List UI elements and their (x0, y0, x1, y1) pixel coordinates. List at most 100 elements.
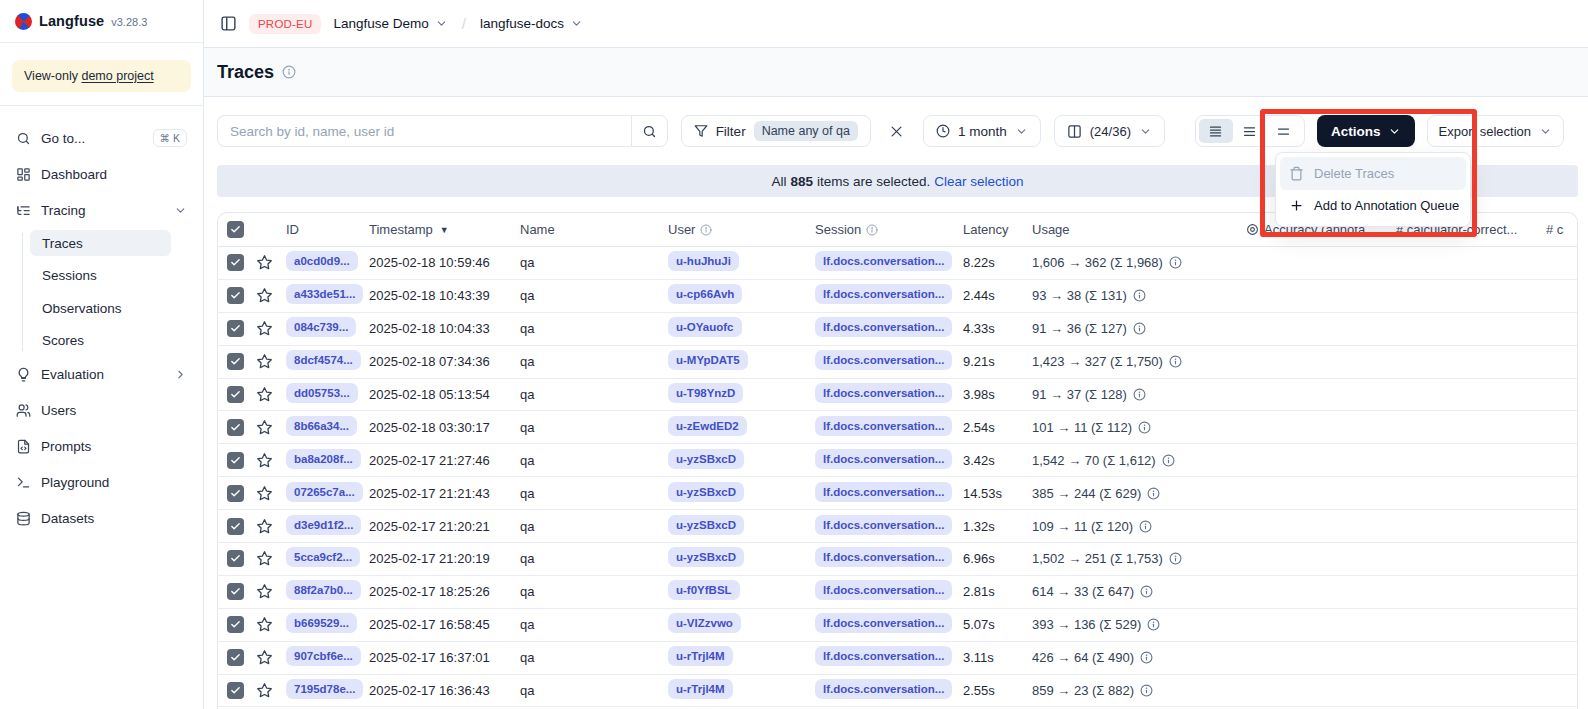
user-badge[interactable]: u-f0YfBSL (668, 580, 740, 600)
trace-id-badge[interactable]: d3e9d1f2... (286, 515, 361, 535)
sidebar-item-dashboard[interactable]: Dashboard (8, 160, 195, 188)
star-icon[interactable] (256, 550, 273, 567)
panel-left-icon[interactable] (220, 15, 237, 32)
star-icon[interactable] (256, 452, 273, 469)
session-badge[interactable]: lf.docs.conversation... (815, 580, 952, 600)
org-switcher[interactable]: Langfuse Demo (333, 16, 447, 31)
table-row[interactable]: 5cca9cf2... 2025-02-17 21:20:19 qa u-yzS… (218, 543, 1577, 576)
table-row[interactable]: 084c739... 2025-02-18 10:04:33 qa u-OYau… (218, 313, 1577, 346)
column-header-id[interactable]: ID (286, 222, 369, 237)
user-badge[interactable]: u-yzSBxcD (668, 449, 744, 469)
clear-selection-link[interactable]: Clear selection (934, 174, 1023, 189)
trace-id-badge[interactable]: b669529... (286, 613, 357, 633)
export-selection-button[interactable]: Export selection (1427, 115, 1565, 147)
user-badge[interactable]: u-zEwdED2 (668, 416, 747, 436)
table-row[interactable]: a0cd0d9... 2025-02-18 10:59:46 qa u-huJh… (218, 247, 1577, 280)
session-badge[interactable]: lf.docs.conversation... (815, 515, 952, 535)
row-checkbox[interactable] (227, 452, 244, 469)
user-badge[interactable]: u-rTrjl4M (668, 646, 733, 666)
session-badge[interactable]: lf.docs.conversation... (815, 679, 952, 699)
row-checkbox[interactable] (227, 649, 244, 666)
row-checkbox[interactable] (227, 386, 244, 403)
search-button[interactable] (631, 115, 668, 147)
user-badge[interactable]: u-OYauofc (668, 317, 742, 337)
trace-id-badge[interactable]: 907cbf6e... (286, 646, 361, 666)
table-row[interactable]: dd05753... 2025-02-18 05:13:54 qa u-T98Y… (218, 379, 1577, 412)
star-icon[interactable] (256, 287, 273, 304)
star-icon[interactable] (256, 583, 273, 600)
clear-filter-button[interactable] (884, 117, 910, 145)
search-input[interactable] (217, 115, 631, 147)
session-badge[interactable]: lf.docs.conversation... (815, 547, 952, 567)
filter-button[interactable]: Filter Name any of qa (681, 115, 871, 147)
row-checkbox[interactable] (227, 616, 244, 633)
session-badge[interactable]: lf.docs.conversation... (815, 251, 952, 271)
session-badge[interactable]: lf.docs.conversation... (815, 383, 952, 403)
column-header-usage[interactable]: Usage (1032, 222, 1246, 237)
table-row[interactable]: b669529... 2025-02-17 16:58:45 qa u-VIZz… (218, 609, 1577, 642)
user-badge[interactable]: u-huJhuJi (668, 251, 739, 271)
trace-id-badge[interactable]: 07265c7a... (286, 482, 363, 502)
star-icon[interactable] (256, 419, 273, 436)
star-icon[interactable] (256, 649, 273, 666)
menu-item-delete-traces[interactable]: Delete Traces (1280, 157, 1466, 190)
trace-id-badge[interactable]: 8b66a34... (286, 416, 357, 436)
session-badge[interactable]: lf.docs.conversation... (815, 449, 952, 469)
trace-id-badge[interactable]: 084c739... (286, 317, 356, 337)
star-icon[interactable] (256, 616, 273, 633)
trace-id-badge[interactable]: 5cca9cf2... (286, 547, 360, 567)
row-checkbox[interactable] (227, 550, 244, 567)
row-checkbox[interactable] (227, 485, 244, 502)
trace-id-badge[interactable]: a433de51... (286, 284, 363, 304)
column-header-name[interactable]: Name (520, 222, 668, 237)
user-badge[interactable]: u-rTrjl4M (668, 679, 733, 699)
sidebar-item-scores[interactable]: Scores (30, 328, 171, 354)
trace-id-badge[interactable]: 88f2a7b0... (286, 580, 361, 600)
row-height-small-button[interactable] (1199, 119, 1233, 143)
column-header-timestamp[interactable]: Timestamp▼ (369, 222, 520, 237)
session-badge[interactable]: lf.docs.conversation... (815, 317, 952, 337)
user-badge[interactable]: u-yzSBxcD (668, 547, 744, 567)
row-checkbox[interactable] (227, 583, 244, 600)
column-header-c[interactable]: # c (1546, 222, 1577, 237)
sidebar-item-datasets[interactable]: Datasets (8, 504, 195, 532)
user-badge[interactable]: u-yzSBxcD (668, 515, 744, 535)
sidebar-item-playground[interactable]: Playground (8, 468, 195, 496)
row-checkbox[interactable] (227, 287, 244, 304)
user-badge[interactable]: u-VIZzvwo (668, 613, 741, 633)
sidebar-item-evaluation[interactable]: Evaluation (8, 360, 195, 388)
row-checkbox[interactable] (227, 353, 244, 370)
columns-button[interactable]: (24/36) (1054, 115, 1165, 147)
user-badge[interactable]: u-MYpDAT5 (668, 350, 748, 370)
trace-id-badge[interactable]: dd05753... (286, 383, 358, 403)
table-row[interactable]: 88f2a7b0... 2025-02-17 18:25:26 qa u-f0Y… (218, 576, 1577, 609)
sidebar-item-tracing[interactable]: Tracing (8, 196, 195, 224)
table-row[interactable]: 7195d78e... 2025-02-17 16:36:43 qa u-rTr… (218, 675, 1577, 708)
row-height-medium-button[interactable] (1233, 119, 1267, 143)
column-header-session[interactable]: Session (815, 222, 963, 237)
sidebar-item-sessions[interactable]: Sessions (30, 263, 171, 289)
sidebar-item-observations[interactable]: Observations (30, 295, 171, 321)
user-badge[interactable]: u-T98YnzD (668, 383, 743, 403)
trace-id-badge[interactable]: 7195d78e... (286, 679, 363, 699)
trace-id-badge[interactable]: ba8a208f... (286, 449, 361, 469)
star-icon[interactable] (256, 682, 273, 699)
session-badge[interactable]: lf.docs.conversation... (815, 646, 952, 666)
row-checkbox[interactable] (227, 254, 244, 271)
goto-button[interactable]: Go to... ⌘ K (8, 124, 195, 152)
menu-item-add-to-annotation-queue[interactable]: Add to Annotation Queue (1280, 190, 1466, 223)
user-badge[interactable]: u-yzSBxcD (668, 482, 744, 502)
table-row[interactable]: d3e9d1f2... 2025-02-17 21:20:21 qa u-yzS… (218, 510, 1577, 543)
project-switcher[interactable]: langfuse-docs (480, 16, 583, 31)
actions-button[interactable]: Actions (1317, 115, 1415, 147)
user-badge[interactable]: u-cp66Avh (668, 284, 742, 304)
column-header-latency[interactable]: Latency (963, 222, 1032, 237)
star-icon[interactable] (256, 320, 273, 337)
table-row[interactable]: ba8a208f... 2025-02-17 21:27:46 qa u-yzS… (218, 444, 1577, 477)
star-icon[interactable] (256, 254, 273, 271)
row-checkbox[interactable] (227, 320, 244, 337)
demo-project-link[interactable]: demo project (81, 69, 153, 83)
table-row[interactable]: a433de51... 2025-02-18 10:43:39 qa u-cp6… (218, 280, 1577, 313)
sidebar-item-users[interactable]: Users (8, 396, 195, 424)
select-all-checkbox[interactable] (227, 221, 244, 238)
